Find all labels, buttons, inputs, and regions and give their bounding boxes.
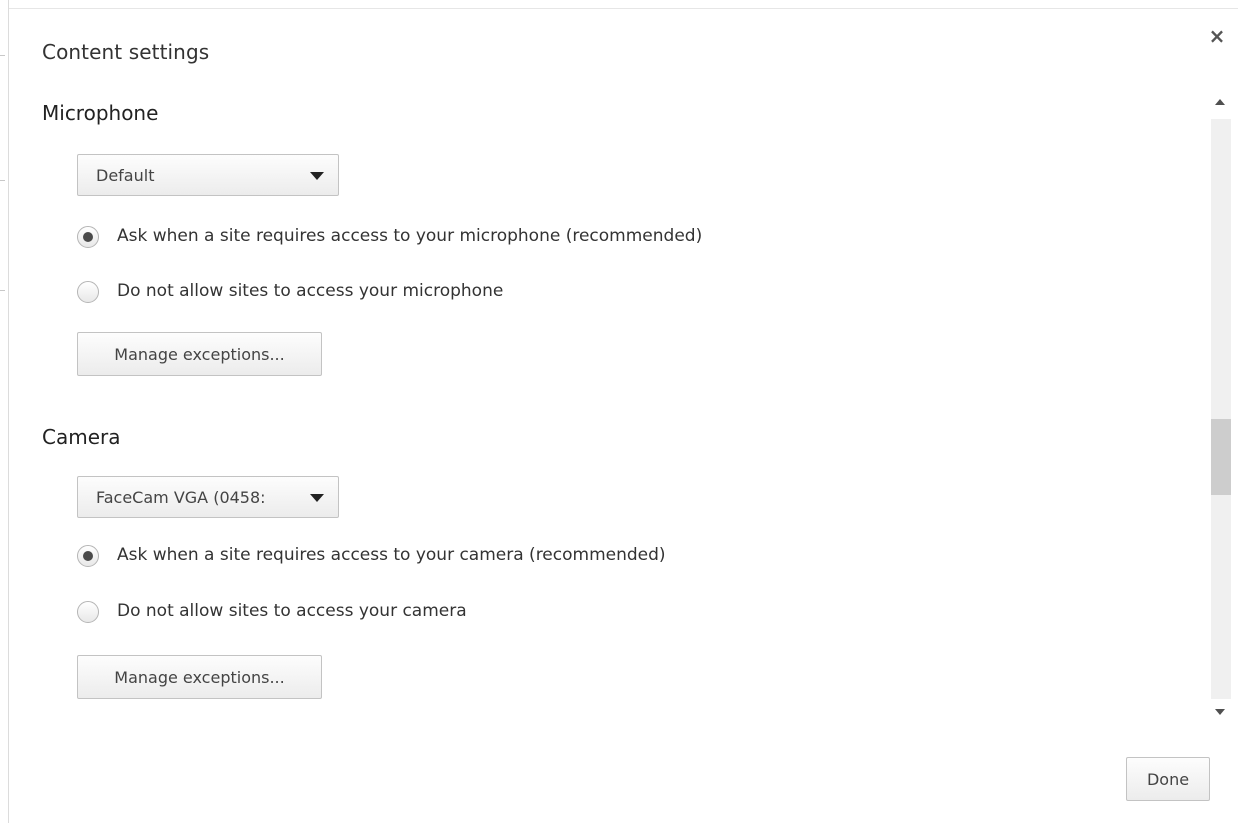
chevron-down-icon	[310, 172, 324, 180]
camera-device-select[interactable]: FaceCam VGA (0458:	[77, 476, 339, 518]
camera-ask-label: Ask when a site requires access to your …	[117, 545, 666, 565]
footer-divider	[9, 729, 1238, 730]
microphone-ask-radio[interactable]	[77, 226, 99, 248]
scroll-thumb[interactable]	[1211, 419, 1231, 495]
microphone-device-value: Default	[96, 166, 155, 185]
arrow-up-icon[interactable]	[1215, 99, 1225, 105]
background-top-edge	[0, 0, 1238, 9]
background-tick	[0, 290, 5, 291]
chevron-down-icon	[310, 494, 324, 502]
microphone-block-label: Do not allow sites to access your microp…	[117, 281, 504, 301]
camera-block-radio[interactable]	[77, 601, 99, 623]
window: Content settings × Microphone Default As…	[0, 0, 1238, 823]
camera-manage-exceptions-button[interactable]: Manage exceptions...	[77, 655, 322, 699]
radio-selected-dot	[83, 232, 93, 242]
microphone-heading: Microphone	[42, 101, 159, 125]
settings-scroll-area: Microphone Default Ask when a site requi…	[9, 89, 1204, 729]
content-settings-dialog: Content settings × Microphone Default As…	[9, 9, 1238, 823]
vertical-scrollbar[interactable]	[1204, 89, 1238, 729]
camera-heading: Camera	[42, 425, 121, 449]
camera-device-value: FaceCam VGA (0458:	[96, 488, 266, 507]
microphone-manage-exceptions-button[interactable]: Manage exceptions...	[77, 332, 322, 376]
close-icon[interactable]: ×	[1206, 25, 1228, 47]
microphone-block-radio[interactable]	[77, 281, 99, 303]
scroll-track[interactable]	[1211, 119, 1231, 699]
background-tick	[0, 180, 5, 181]
background-left-edge	[0, 0, 9, 823]
microphone-device-select[interactable]: Default	[77, 154, 339, 196]
arrow-down-icon[interactable]	[1215, 709, 1225, 715]
camera-ask-radio[interactable]	[77, 545, 99, 567]
background-tick	[0, 55, 5, 56]
camera-block-label: Do not allow sites to access your camera	[117, 601, 467, 621]
radio-selected-dot	[83, 551, 93, 561]
done-button[interactable]: Done	[1126, 757, 1210, 801]
microphone-ask-label: Ask when a site requires access to your …	[117, 226, 703, 246]
dialog-title: Content settings	[42, 40, 210, 64]
